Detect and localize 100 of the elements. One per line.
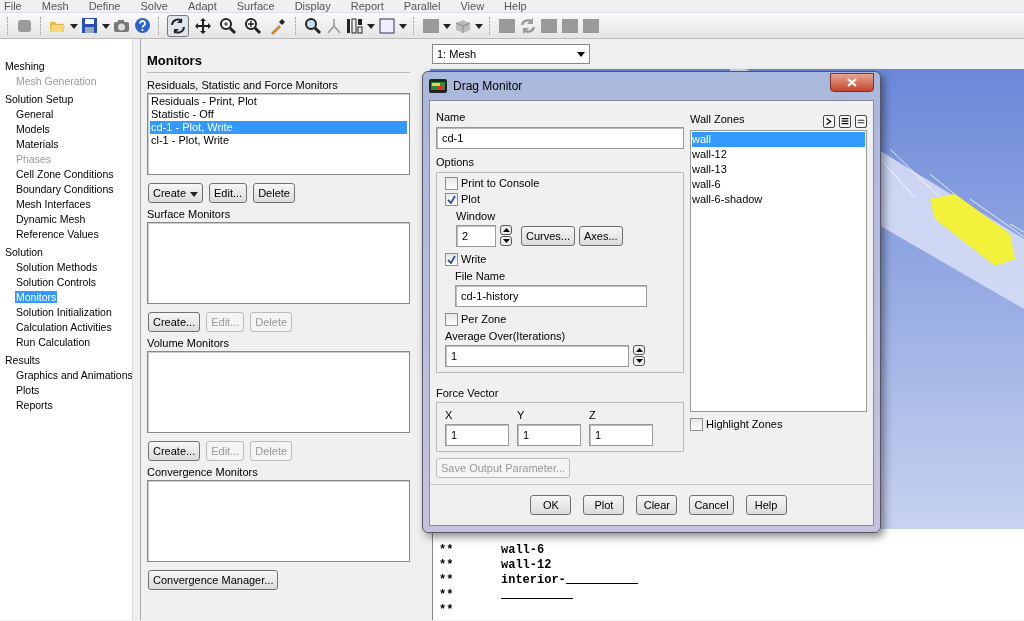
save-icon[interactable] (81, 16, 99, 35)
list-icon[interactable] (839, 114, 851, 128)
force-field[interactable]: 1 (445, 423, 509, 446)
tree-item[interactable]: Solution Methods (15, 261, 99, 273)
curves-button[interactable]: Curves... (521, 225, 575, 246)
menu-item[interactable]: Help (504, 0, 527, 12)
tree-section[interactable]: Meshing (5, 59, 132, 74)
square-icon[interactable] (498, 16, 516, 35)
tree-item[interactable]: General (15, 108, 55, 120)
spin-down-button[interactable] (633, 356, 645, 366)
tree-item[interactable]: Calculation Activities (15, 321, 113, 333)
caret-icon[interactable] (70, 21, 78, 30)
tree-item[interactable]: Reference Values (15, 228, 100, 240)
refresh-icon[interactable] (519, 16, 537, 35)
menu-item[interactable]: Report (350, 0, 384, 12)
help-icon[interactable] (134, 16, 152, 35)
caret-icon (577, 50, 585, 58)
checkbox[interactable] (445, 313, 458, 326)
magnifier-icon[interactable] (304, 16, 322, 35)
layout-icon[interactable] (346, 16, 364, 35)
move-icon (194, 16, 212, 35)
tree-item[interactable]: Models (15, 123, 51, 135)
monitor-list[interactable] (147, 479, 410, 562)
caret-icon[interactable] (443, 21, 451, 30)
average-field[interactable]: 1 (445, 344, 629, 367)
list-item[interactable]: wall-6 (692, 176, 865, 192)
monitor-list[interactable] (147, 221, 410, 304)
menu-item[interactable]: Adapt (187, 0, 217, 12)
button[interactable]: Convergence Manager... (148, 569, 279, 590)
tree-item[interactable]: Run Calculation (15, 336, 92, 348)
tree-item[interactable]: Materials (15, 138, 60, 150)
button[interactable]: Create... (148, 311, 201, 332)
window-title: Drag Monitor (453, 78, 523, 95)
dialog-button[interactable]: Clear (636, 494, 678, 515)
caret-icon[interactable] (102, 21, 110, 30)
name-field[interactable]: cd-1 (436, 126, 684, 149)
dialog-button[interactable]: Help (745, 494, 787, 515)
menu-item[interactable]: Parallel (403, 0, 441, 12)
menu-item[interactable]: Mesh (41, 0, 69, 12)
dropdown-button[interactable]: Create (148, 182, 204, 203)
tree-item[interactable]: Cell Zone Conditions (15, 168, 115, 180)
tree-item[interactable]: Dynamic Mesh (15, 213, 87, 225)
tree-item[interactable]: Plots (15, 384, 41, 396)
eyedropper-icon (269, 16, 287, 35)
force-field[interactable]: 1 (589, 423, 653, 446)
tree-section[interactable]: Results (5, 353, 132, 368)
list-item[interactable]: wall-13 (692, 161, 865, 177)
list-item[interactable]: Residuals - Print, Plot (150, 94, 407, 108)
monitor-list[interactable]: Residuals - Print, Plot Statistic - Off cd-1 - Plot, Write cl-1 - Plot, Write (147, 92, 410, 175)
tree-item[interactable]: Mesh Interfaces (15, 198, 92, 210)
spin-down-button[interactable] (500, 236, 512, 246)
tree-item[interactable]: Graphics and Animations (15, 369, 134, 381)
tree-item[interactable]: Reports (15, 399, 54, 411)
menu-item[interactable]: View (460, 0, 485, 12)
spin-up-button[interactable] (633, 345, 645, 355)
dialog-button[interactable]: Plot (583, 494, 625, 515)
square-icon[interactable] (561, 16, 579, 35)
tree-item[interactable]: Solution Controls (15, 276, 97, 288)
menu-item[interactable]: Display (294, 0, 331, 12)
window-field[interactable]: 2 (456, 224, 496, 247)
spin-up-button[interactable] (500, 225, 512, 235)
field-label: Window (456, 209, 497, 224)
file-name-field[interactable]: cd-1-history (455, 285, 647, 307)
button[interactable]: Delete (253, 182, 295, 203)
list-item[interactable]: cl-1 - Plot, Write (150, 133, 407, 147)
force-field[interactable]: 1 (517, 423, 581, 446)
checkbox[interactable] (445, 193, 458, 206)
dialog-button[interactable]: OK (530, 494, 572, 515)
caret-icon[interactable] (399, 21, 407, 30)
dialog-button[interactable]: Cancel (689, 494, 734, 515)
square-icon[interactable] (540, 16, 558, 35)
button[interactable]: Create... (148, 440, 201, 461)
tree-item[interactable]: Boundary Conditions (15, 183, 115, 195)
tree-section[interactable]: Solution Setup (5, 92, 132, 107)
tree-item[interactable]: Solution Initialization (15, 306, 113, 318)
close-button[interactable] (830, 72, 874, 92)
window-select[interactable]: 1: Mesh (432, 44, 590, 64)
checkbox[interactable] (445, 177, 458, 190)
select-all-icon[interactable] (823, 114, 835, 128)
square-icon[interactable] (582, 16, 600, 35)
menu-item[interactable]: File (4, 0, 22, 12)
tool-button[interactable] (167, 14, 189, 37)
menu-item[interactable]: Surface (236, 0, 275, 12)
deselect-icon[interactable] (855, 114, 867, 128)
zones-list[interactable]: wall wall-12 wall-13 wall-6 wall-6-shadow (690, 129, 867, 412)
checkbox[interactable] (690, 417, 703, 431)
caret-icon[interactable] (475, 21, 483, 30)
menu-item[interactable]: Solve (140, 0, 168, 12)
caret-icon[interactable] (367, 21, 375, 30)
field-label: Y (517, 408, 526, 423)
monitor-list[interactable] (147, 350, 410, 433)
list-item[interactable]: Statistic - Off (150, 107, 407, 121)
list-item[interactable]: wall-12 (692, 146, 865, 162)
checkbox[interactable] (445, 252, 458, 266)
tree-section[interactable]: Solution (5, 245, 132, 260)
menu-item[interactable]: Define (88, 0, 121, 12)
console-text: ** (439, 573, 455, 588)
list-item[interactable]: wall-6-shadow (692, 191, 865, 207)
axes-button[interactable]: Axes... (579, 225, 623, 246)
button[interactable]: Edit... (209, 182, 248, 203)
